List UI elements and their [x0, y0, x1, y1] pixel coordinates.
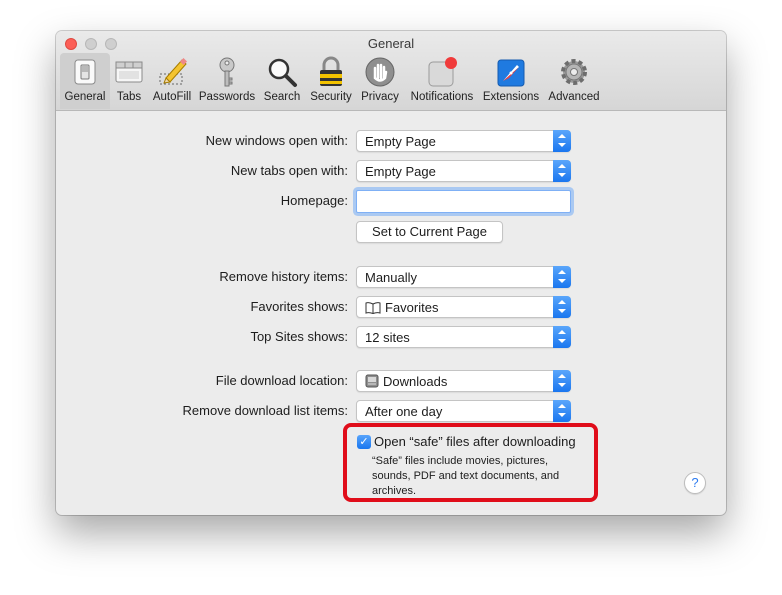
open-safe-files-checkbox[interactable]: ✓: [357, 435, 371, 449]
key-icon: [211, 56, 243, 88]
toolbar-label: AutoFill: [152, 91, 192, 103]
popup-value: After one day: [365, 404, 443, 419]
popup-value: 12 sites: [365, 330, 410, 345]
popup-value: Empty Page: [365, 164, 436, 179]
help-button[interactable]: ?: [684, 472, 706, 494]
toolbar-label: Advanced: [548, 91, 600, 103]
popup-arrows-icon: [553, 370, 571, 392]
toolbar-extensions[interactable]: Extensions: [480, 53, 542, 109]
puzzle-compass-icon: [495, 56, 527, 88]
titlebar-toolbar: General General Tabs AutoFill Passwords …: [56, 31, 726, 111]
toolbar-security[interactable]: Security: [306, 53, 356, 109]
toolbar-label: Passwords: [198, 91, 256, 103]
notification-badge-icon: [426, 56, 458, 88]
popup-value: Manually: [365, 270, 418, 285]
general-switch-icon: [69, 56, 101, 88]
padlock-icon: [315, 56, 347, 88]
new-tabs-popup[interactable]: Empty Page: [356, 160, 571, 182]
toolbar-autofill[interactable]: AutoFill: [150, 53, 194, 109]
popup-arrows-icon: [553, 400, 571, 422]
popup-arrows-icon: [553, 130, 571, 152]
favorites-shows-popup[interactable]: Favorites: [356, 296, 571, 318]
hand-icon: [364, 56, 396, 88]
new-tabs-label: New tabs open with:: [230, 163, 348, 178]
book-icon: [365, 302, 381, 317]
open-safe-files-description: “Safe” files include movies, pictures, s…: [372, 455, 560, 497]
new-windows-label: New windows open with:: [205, 133, 348, 148]
homepage-label: Homepage:: [280, 193, 348, 208]
toolbar-label: Search: [263, 91, 301, 103]
window-title: General: [367, 36, 415, 51]
download-location-label: File download location:: [215, 373, 348, 388]
tabs-icon: [113, 56, 145, 88]
toolbar-label: General: [64, 91, 106, 103]
toolbar-label: Tabs: [116, 91, 142, 103]
favorites-shows-label: Favorites shows:: [250, 299, 348, 314]
remove-history-label: Remove history items:: [219, 269, 348, 284]
remove-download-popup[interactable]: After one day: [356, 400, 571, 422]
popup-arrows-icon: [553, 160, 571, 182]
toolbar-notifications[interactable]: Notifications: [406, 53, 478, 109]
gear-icon: [558, 56, 590, 88]
toolbar-search[interactable]: Search: [260, 53, 304, 109]
popup-value: Downloads: [383, 374, 448, 389]
toolbar-label: Extensions: [482, 91, 540, 103]
drive-icon: [365, 374, 379, 391]
popup-arrows-icon: [553, 296, 571, 318]
toolbar-privacy[interactable]: Privacy: [358, 53, 402, 109]
popup-value-wrap: Downloads: [365, 374, 447, 391]
set-to-current-page-button[interactable]: Set to Current Page: [356, 221, 503, 243]
preferences-window: General General Tabs AutoFill Passwords …: [56, 31, 726, 515]
pencil-icon: [156, 56, 188, 88]
magnifier-icon: [266, 56, 298, 88]
popup-value-wrap: Favorites: [365, 300, 438, 317]
toolbar-label: Privacy: [361, 91, 399, 103]
popup-value: Favorites: [385, 300, 439, 315]
popup-arrows-icon: [553, 326, 571, 348]
new-windows-popup[interactable]: Empty Page: [356, 130, 571, 152]
popup-value: Empty Page: [365, 134, 436, 149]
homepage-input[interactable]: [356, 190, 571, 213]
toolbar-label: Security: [310, 91, 352, 103]
toolbar-tabs[interactable]: Tabs: [112, 53, 146, 109]
top-sites-label: Top Sites shows:: [250, 329, 348, 344]
remove-history-popup[interactable]: Manually: [356, 266, 571, 288]
toolbar-general[interactable]: General: [60, 53, 110, 109]
top-sites-popup[interactable]: 12 sites: [356, 326, 571, 348]
toolbar-advanced[interactable]: Advanced: [546, 53, 602, 109]
open-safe-files-label[interactable]: Open “safe” files after downloading: [374, 434, 576, 449]
toolbar-label: Notifications: [410, 91, 474, 103]
toolbar-passwords[interactable]: Passwords: [198, 53, 256, 109]
popup-arrows-icon: [553, 266, 571, 288]
download-location-popup[interactable]: Downloads: [356, 370, 571, 392]
remove-download-label: Remove download list items:: [182, 403, 348, 418]
